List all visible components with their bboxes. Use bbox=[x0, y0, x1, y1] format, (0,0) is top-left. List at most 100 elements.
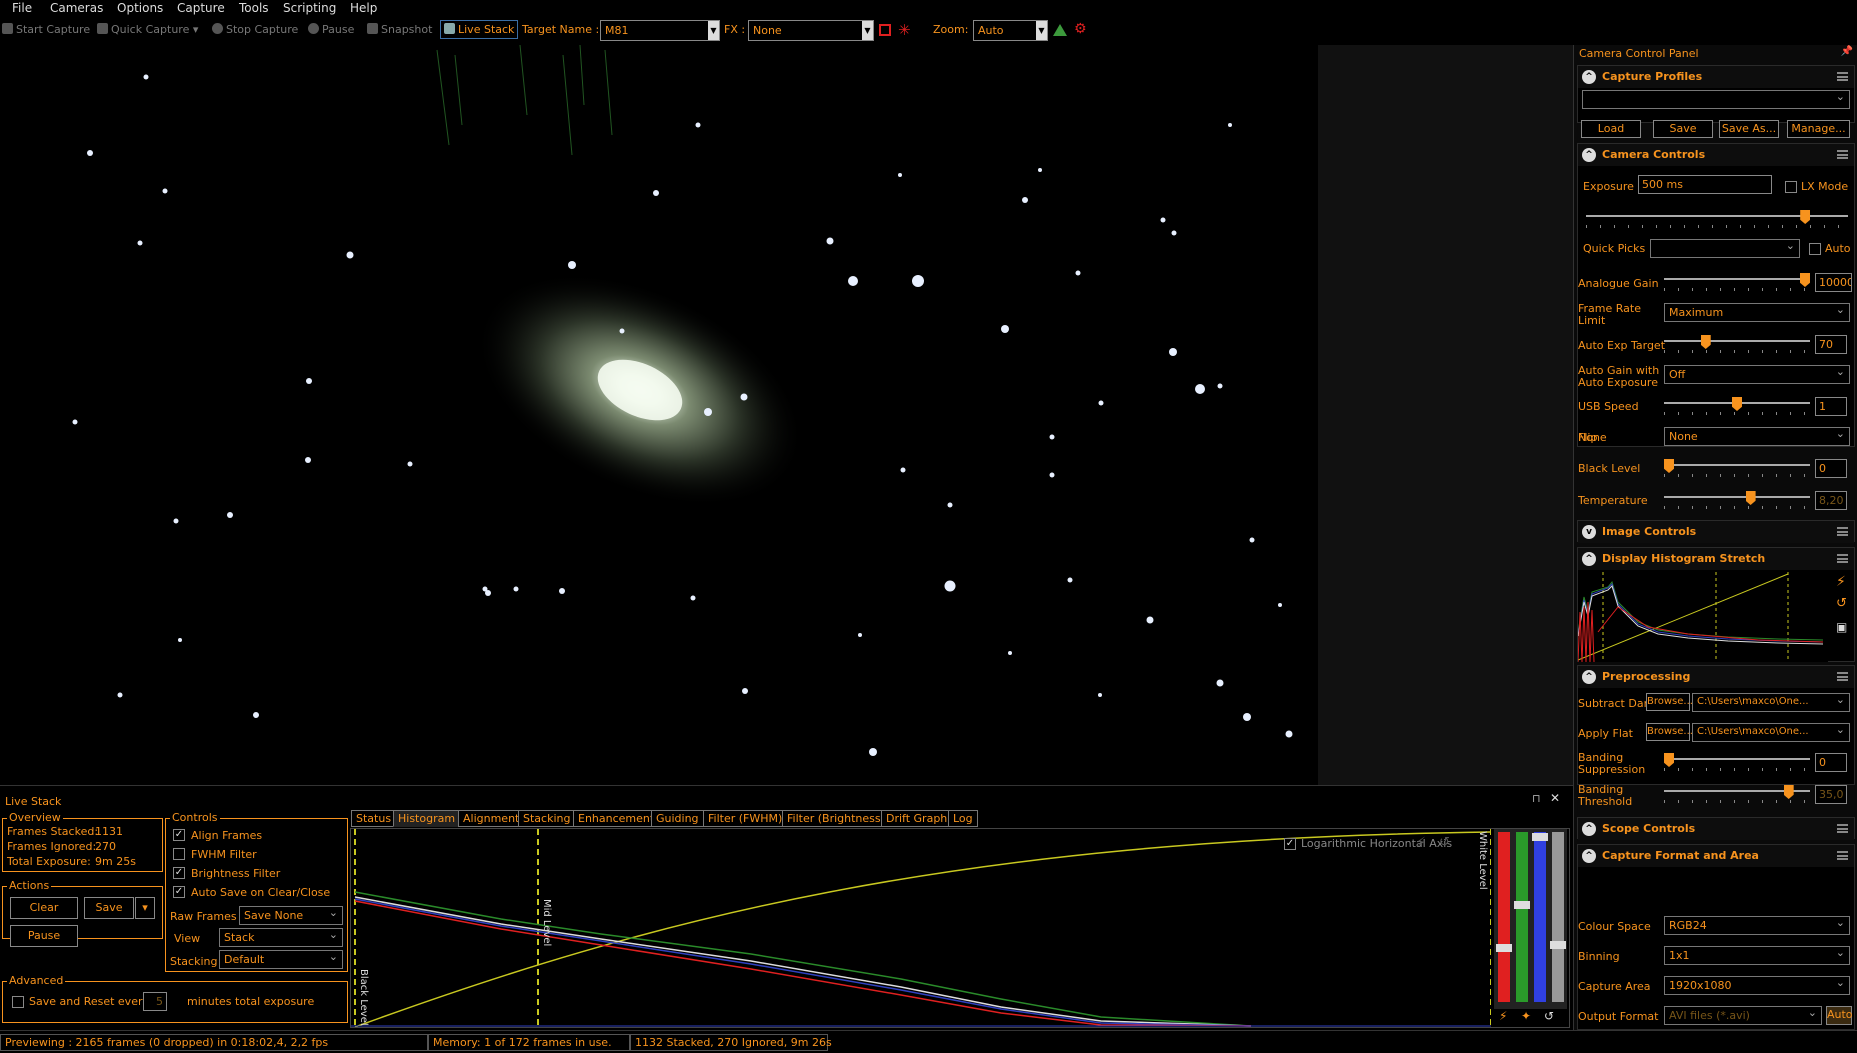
crosshair-icon[interactable]: ✳ bbox=[898, 21, 911, 39]
lx-mode-checkbox[interactable] bbox=[1785, 181, 1797, 193]
tab-filter-brightness[interactable]: Filter (Brightness) bbox=[782, 810, 890, 827]
usb-speed-input[interactable]: 1 bbox=[1815, 397, 1847, 416]
fx-select[interactable]: None ▼ bbox=[748, 20, 874, 41]
target-name-input[interactable]: M81 ▼ bbox=[600, 20, 720, 41]
lum-level-slider[interactable] bbox=[1552, 832, 1564, 1002]
raw-frames-select[interactable]: Save None bbox=[239, 906, 343, 925]
menu-capture[interactable]: Capture bbox=[177, 1, 225, 15]
temperature-slider[interactable] bbox=[1664, 491, 1810, 509]
pause-button[interactable]: Pause bbox=[308, 23, 354, 36]
frame-rate-select[interactable]: Maximum bbox=[1664, 303, 1850, 322]
tab-log[interactable]: Log bbox=[948, 810, 978, 827]
exposure-slider[interactable] bbox=[1586, 210, 1848, 228]
fwhm-filter-checkbox[interactable] bbox=[173, 848, 185, 860]
auto-save-checkbox[interactable]: ✓ bbox=[173, 886, 185, 898]
auto-stretch-icon[interactable]: ⚡ bbox=[1499, 1009, 1507, 1023]
pin-icon[interactable]: 📌 bbox=[1841, 46, 1853, 57]
camera-controls-header[interactable]: ^ Camera Controls bbox=[1578, 144, 1854, 166]
tab-guiding[interactable]: Guiding bbox=[651, 810, 704, 827]
save-icon[interactable]: ▣ bbox=[1836, 620, 1847, 634]
clear-button[interactable]: Clear bbox=[10, 897, 78, 919]
auto-exp-input[interactable]: 70 bbox=[1815, 335, 1847, 354]
rgb-level-sliders[interactable] bbox=[1494, 829, 1567, 1009]
colour-space-select[interactable]: RGB24 bbox=[1664, 916, 1850, 935]
tab-histogram[interactable]: Histogram bbox=[393, 810, 461, 827]
live-stack-histogram[interactable]: ✓ Logarithmic Horizontal Axis ⚡ ↺ Black … bbox=[350, 828, 1570, 1028]
histogram-stretch-graph[interactable] bbox=[1578, 572, 1828, 662]
green-slider-thumb[interactable] bbox=[1514, 901, 1530, 909]
banding-suppression-slider[interactable] bbox=[1664, 753, 1810, 771]
menu-tools[interactable]: Tools bbox=[239, 1, 269, 15]
image-controls-header[interactable]: v Image Controls bbox=[1578, 521, 1854, 543]
reset-icon[interactable]: ↺ bbox=[1836, 596, 1847, 611]
menu-icon[interactable] bbox=[1837, 554, 1848, 563]
load-profile-button[interactable]: Load bbox=[1581, 120, 1641, 138]
tab-status[interactable]: Status bbox=[351, 810, 397, 827]
stop-capture-button[interactable]: Stop Capture bbox=[212, 23, 298, 36]
menu-file[interactable]: File bbox=[12, 1, 32, 15]
minutes-input[interactable]: 5 bbox=[143, 992, 167, 1011]
capture-profiles-header[interactable]: ^ Capture Profiles bbox=[1578, 66, 1854, 88]
quick-capture-button[interactable]: Quick Capture ▾ bbox=[97, 23, 198, 36]
banding-threshold-slider[interactable] bbox=[1664, 785, 1810, 803]
dark-path-select[interactable]: C:\Users\maxco\One... bbox=[1692, 693, 1850, 712]
red-slider-thumb[interactable] bbox=[1496, 944, 1512, 952]
auto-exp-slider[interactable] bbox=[1664, 335, 1810, 353]
auto-stretch-icon[interactable]: ⚡ bbox=[1836, 574, 1846, 590]
brightness-filter-checkbox[interactable]: ✓ bbox=[173, 867, 185, 879]
menu-icon[interactable] bbox=[1837, 824, 1848, 833]
live-stack-button[interactable]: Live Stack bbox=[440, 20, 519, 39]
reset-icon[interactable]: ↺ bbox=[1439, 835, 1450, 850]
lum-slider-thumb[interactable] bbox=[1550, 941, 1566, 949]
tab-filter-fwhm[interactable]: Filter (FWHM) bbox=[703, 810, 788, 827]
tab-stacking[interactable]: Stacking bbox=[518, 810, 576, 827]
tab-enhancement[interactable]: Enhancement bbox=[573, 810, 660, 827]
close-icon[interactable]: ✕ bbox=[1550, 791, 1560, 805]
stacking-select[interactable]: Default bbox=[219, 950, 343, 969]
flat-path-select[interactable]: C:\Users\maxco\One... bbox=[1692, 723, 1850, 742]
save-dropdown-button[interactable]: ▾ bbox=[135, 897, 155, 919]
zoom-select[interactable]: Auto ▼ bbox=[973, 20, 1048, 41]
gear-icon[interactable]: ⚙ bbox=[1074, 21, 1087, 37]
profile-select[interactable] bbox=[1582, 90, 1850, 109]
analogue-gain-slider[interactable] bbox=[1664, 273, 1810, 291]
start-capture-button[interactable]: Start Capture bbox=[2, 23, 90, 36]
menu-icon[interactable] bbox=[1837, 150, 1848, 159]
tab-alignment[interactable]: Alignment bbox=[458, 810, 525, 827]
capture-format-header[interactable]: ^ Capture Format and Area bbox=[1578, 845, 1854, 867]
save-profile-button[interactable]: Save bbox=[1653, 120, 1713, 138]
histogram-stretch-header[interactable]: ^ Display Histogram Stretch bbox=[1578, 548, 1854, 570]
menu-icon[interactable] bbox=[1837, 527, 1848, 536]
menu-icon[interactable] bbox=[1837, 672, 1848, 681]
menu-cameras[interactable]: Cameras bbox=[50, 1, 103, 15]
menu-options[interactable]: Options bbox=[117, 1, 163, 15]
menu-icon[interactable] bbox=[1837, 851, 1848, 860]
output-format-auto-button[interactable]: Auto bbox=[1826, 1006, 1853, 1025]
banding-suppression-input[interactable]: 0 bbox=[1815, 753, 1847, 772]
reset-icon[interactable]: ↺ bbox=[1544, 1009, 1554, 1023]
save-reset-checkbox[interactable] bbox=[12, 996, 24, 1008]
exposure-input[interactable]: 500 ms bbox=[1638, 175, 1772, 194]
menu-scripting[interactable]: Scripting bbox=[283, 1, 336, 15]
capture-area-select[interactable]: 1920x1080 bbox=[1664, 976, 1850, 995]
snapshot-button[interactable]: Snapshot bbox=[367, 23, 432, 36]
log-axis-checkbox[interactable]: ✓ bbox=[1284, 838, 1296, 850]
auto-gain-select[interactable]: Off bbox=[1664, 365, 1850, 384]
green-level-slider[interactable] bbox=[1516, 832, 1528, 1002]
blue-level-slider[interactable] bbox=[1534, 832, 1546, 1002]
pause-stack-button[interactable]: Pause bbox=[10, 925, 78, 947]
histogram-icon[interactable] bbox=[1053, 24, 1067, 36]
auto-stretch-icon[interactable]: ⚡ bbox=[1416, 835, 1426, 851]
output-format-select[interactable]: AVI files (*.avi) bbox=[1664, 1006, 1822, 1025]
browse-flat-button[interactable]: Browse... bbox=[1646, 723, 1693, 741]
menu-help[interactable]: Help bbox=[350, 1, 377, 15]
menu-icon[interactable] bbox=[1837, 72, 1848, 81]
pin-icon[interactable]: ⊓ bbox=[1532, 792, 1541, 805]
star-icon[interactable]: ✦ bbox=[1521, 1009, 1531, 1023]
align-frames-checkbox[interactable]: ✓ bbox=[173, 829, 185, 841]
browse-dark-button[interactable]: Browse... bbox=[1646, 693, 1693, 711]
flip-select[interactable]: None bbox=[1664, 427, 1850, 446]
save-as-profile-button[interactable]: Save As... bbox=[1719, 120, 1779, 138]
blue-slider-thumb[interactable] bbox=[1532, 833, 1548, 841]
manage-profiles-button[interactable]: Manage... bbox=[1787, 120, 1850, 138]
